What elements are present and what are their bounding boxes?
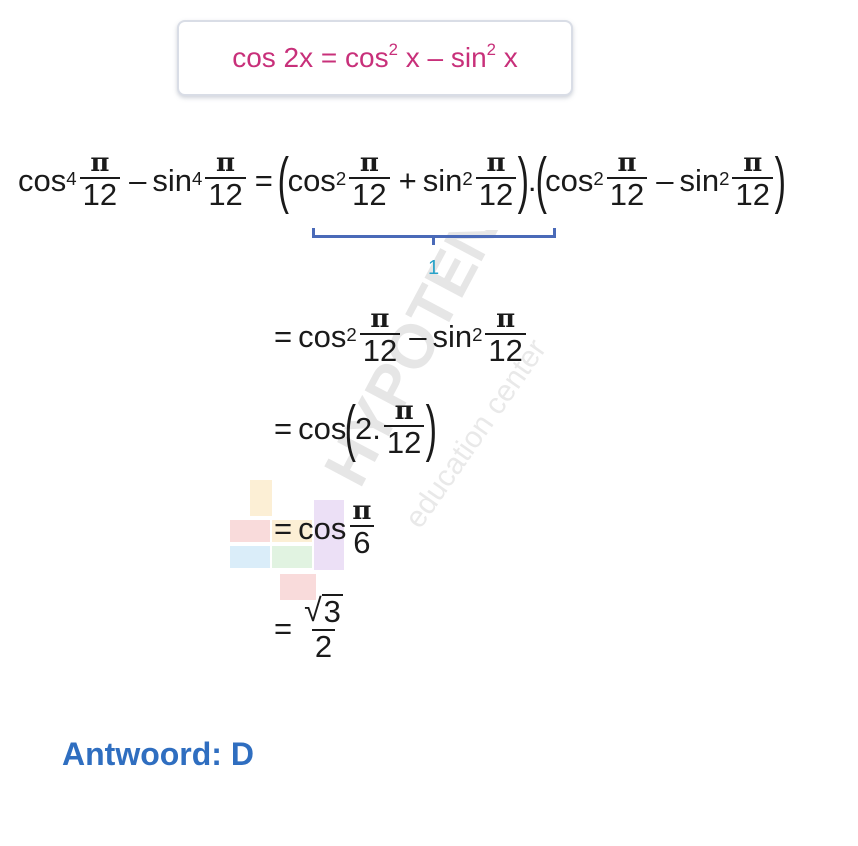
fraction: π 12 [606, 149, 648, 212]
equation-line-1: cos 4 π 12 – sin 4 π 12 = ( cos 2 π 12 + sin 2 … [18, 146, 786, 215]
fraction: π 12 [485, 305, 526, 368]
fraction: π 12 [732, 149, 773, 212]
fraction: π 12 [205, 149, 246, 212]
fraction: √ 3 2 [304, 592, 343, 664]
equation-line-5: = √ 3 2 [268, 594, 349, 663]
fraction: π 12 [475, 149, 517, 212]
identity-formula: cos 2x = cos2 x – sin2 x [232, 40, 518, 73]
answer-text: Antwoord: D [62, 736, 254, 772]
equation-line-2: = cos 2 π 12 – sin 2 π 12 [268, 305, 529, 368]
square-root: √ 3 [304, 592, 343, 629]
fraction: π 12 [359, 305, 401, 368]
fraction: π6 [349, 497, 374, 560]
underbrace-tick [432, 237, 435, 245]
identity-box: cos 2x = cos2 x – sin2 x [177, 20, 573, 96]
equation-line-4: = cos π6 [268, 497, 377, 560]
fraction: π 12 [79, 149, 121, 212]
fraction: π 12 [383, 397, 425, 460]
underbrace-label: 1 [428, 257, 440, 279]
fraction: π 12 [349, 149, 390, 212]
equation-line-3: = cos ( 2. π 12 ) [274, 394, 438, 463]
